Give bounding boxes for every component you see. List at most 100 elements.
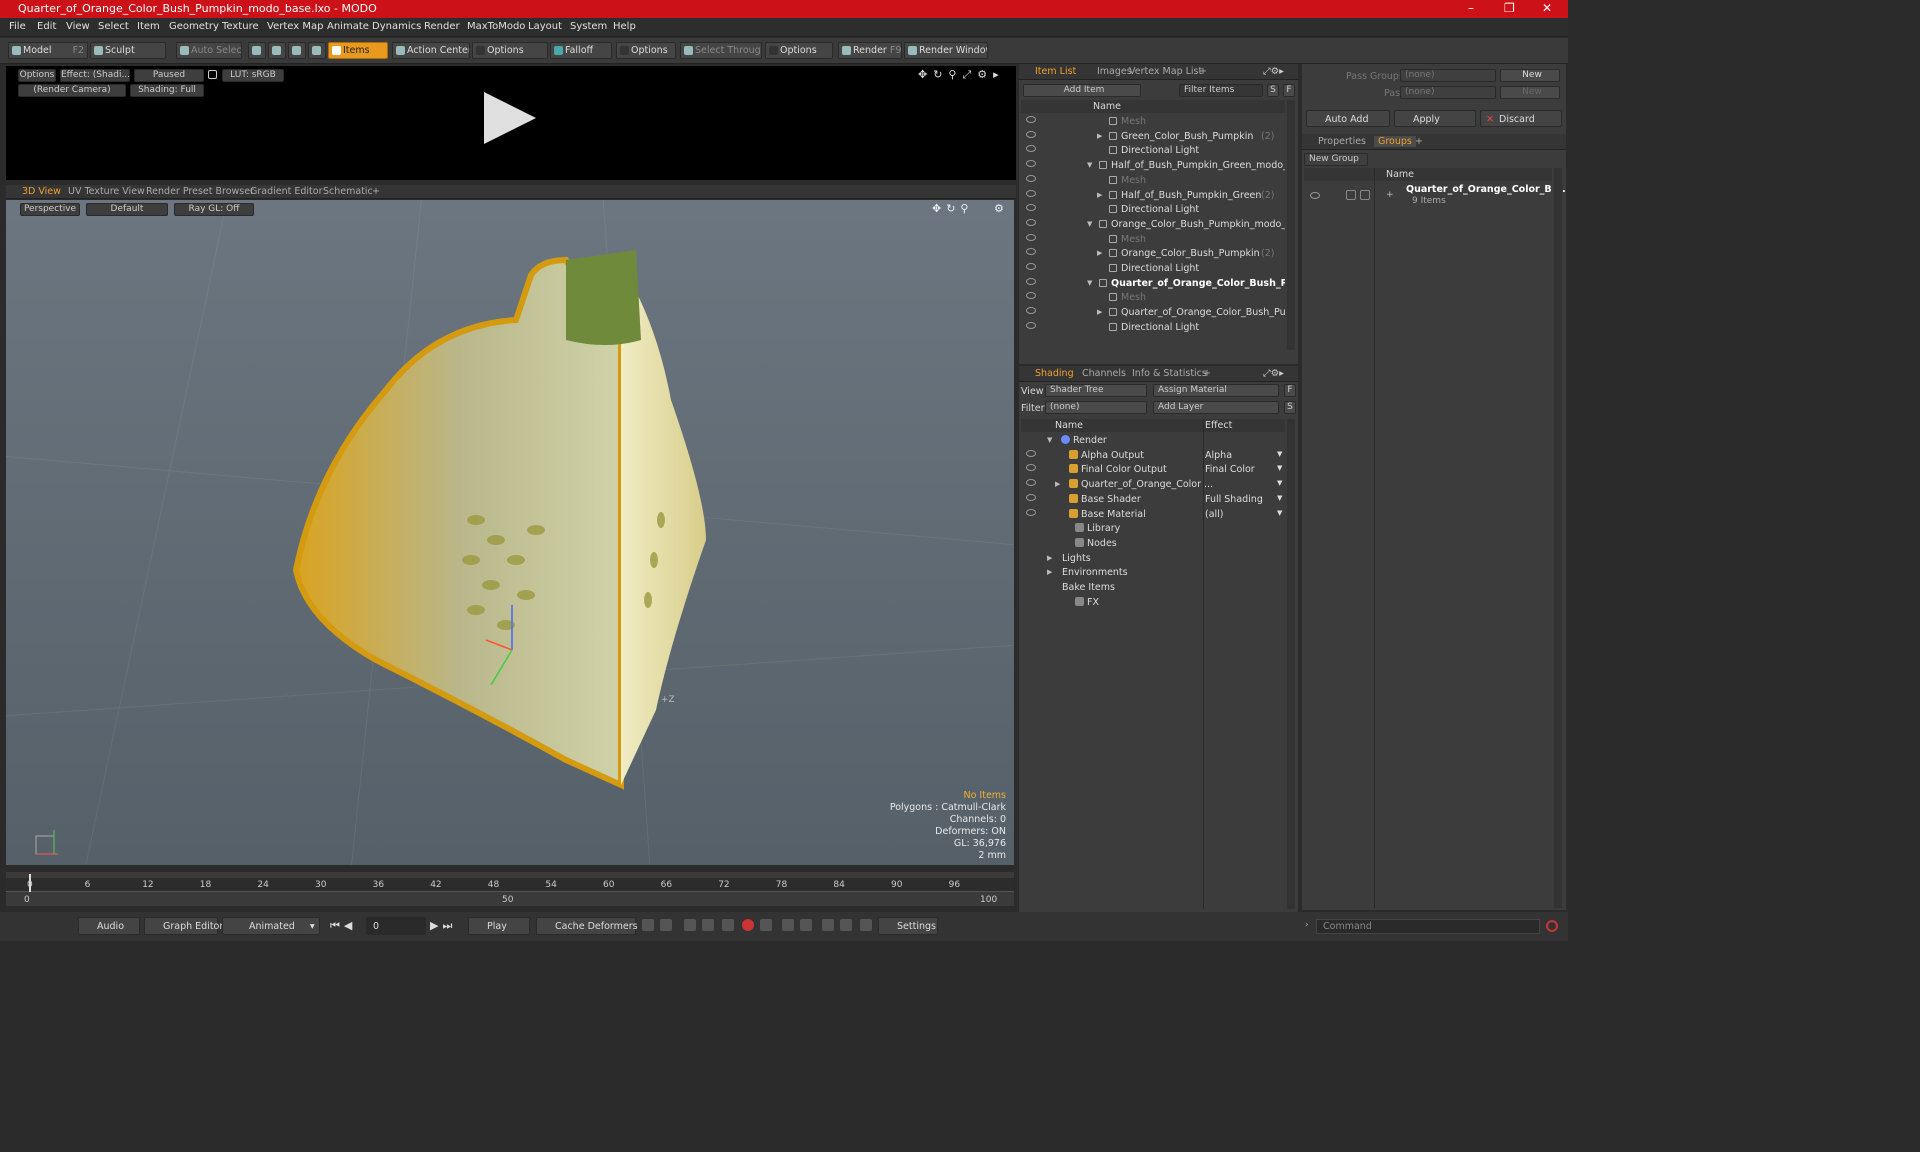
effect-dropdown-arrow-icon[interactable]: ▼ bbox=[1277, 479, 1282, 487]
menu-dynamics[interactable]: Dynamics bbox=[372, 21, 421, 32]
visibility-eye-icon[interactable] bbox=[1026, 130, 1036, 138]
filter-items-input[interactable]: Filter Items bbox=[1179, 84, 1263, 97]
tab-shading[interactable]: Shading bbox=[1035, 368, 1074, 379]
effect-dropdown-arrow-icon[interactable]: ▼ bbox=[1277, 494, 1282, 502]
select-options-button[interactable]: Options bbox=[765, 42, 833, 59]
item-row[interactable]: ▼ Quarter_of_Orange_Color_Bush_P... bbox=[1021, 276, 1285, 291]
effect-dropdown-arrow-icon[interactable]: ▼ bbox=[1277, 509, 1282, 517]
apply-button[interactable]: Apply bbox=[1394, 110, 1476, 127]
shader-row[interactable]: Base Material (all) ▼ bbox=[1021, 507, 1285, 522]
select-through-button[interactable]: Select Through bbox=[680, 42, 762, 59]
cache-deformers-button[interactable]: Cache Deformers bbox=[536, 917, 638, 935]
style-dropdown[interactable]: Default bbox=[86, 203, 168, 216]
tab-uv-texture-view[interactable]: UV Texture View bbox=[68, 186, 145, 197]
group-visibility-icon[interactable] bbox=[1310, 192, 1320, 199]
polygons-mode-button[interactable] bbox=[288, 42, 306, 59]
shader-row[interactable]: Bake Items bbox=[1021, 580, 1285, 595]
shader-effect[interactable]: Final Color bbox=[1205, 464, 1255, 475]
play-button[interactable]: Play bbox=[468, 917, 530, 935]
shader-effect[interactable]: (all) bbox=[1205, 509, 1224, 520]
shader-row[interactable]: ▶ Quarter_of_Orange_Color ... ▼ bbox=[1021, 477, 1285, 492]
item-row[interactable]: ▶ Half_of_Bush_Pumpkin_Green (2) bbox=[1021, 188, 1285, 203]
menu-texture[interactable]: Texture bbox=[222, 21, 259, 32]
expand-icon[interactable]: ▶ bbox=[1097, 308, 1102, 316]
visibility-eye-icon[interactable] bbox=[1026, 449, 1036, 457]
shader-row[interactable]: Alpha Output Alpha ▼ bbox=[1021, 448, 1285, 463]
tab-schematic[interactable]: Schematic bbox=[323, 186, 373, 197]
visibility-eye-icon[interactable] bbox=[1026, 145, 1036, 153]
timeline-range[interactable]: 0 50 100 bbox=[6, 894, 1014, 906]
add-tab-button[interactable]: + bbox=[1203, 368, 1211, 379]
menu-render[interactable]: Render bbox=[424, 21, 460, 32]
collapse-icon[interactable]: ▼ bbox=[1087, 220, 1092, 228]
next-frame-icon[interactable] bbox=[800, 919, 812, 931]
shader-row[interactable]: Nodes bbox=[1021, 536, 1285, 551]
item-row[interactable]: Directional Light bbox=[1021, 261, 1285, 276]
edges-mode-button[interactable] bbox=[268, 42, 286, 59]
frame-field[interactable]: 0 bbox=[366, 917, 426, 935]
new-pass-button[interactable]: New bbox=[1500, 86, 1560, 99]
menu-maxtomodo[interactable]: MaxToModo bbox=[467, 21, 525, 32]
visibility-eye-icon[interactable] bbox=[1026, 189, 1036, 197]
menu-item[interactable]: Item bbox=[137, 21, 160, 32]
transport-back-icon[interactable]: ⏮◀ bbox=[330, 919, 356, 933]
visibility-eye-icon[interactable] bbox=[1026, 321, 1036, 329]
visibility-eye-icon[interactable] bbox=[1026, 292, 1036, 300]
menu-geometry[interactable]: Geometry bbox=[169, 21, 219, 32]
effect-dropdown-arrow-icon[interactable]: ▼ bbox=[1277, 464, 1282, 472]
item-row[interactable]: Mesh bbox=[1021, 114, 1285, 129]
command-input[interactable]: Command bbox=[1316, 919, 1540, 934]
close-icon[interactable]: ✕ bbox=[1542, 1, 1552, 15]
assign-material-dropdown[interactable]: Assign Material bbox=[1153, 384, 1279, 397]
auto-add-button[interactable]: Auto Add bbox=[1306, 110, 1390, 127]
shading-dropdown[interactable]: Shading: Full bbox=[130, 84, 204, 97]
panel-expand-icon[interactable]: ⤢⚙▸ bbox=[1263, 368, 1284, 379]
filter-dropdown[interactable]: (none) bbox=[1045, 401, 1147, 414]
visibility-eye-icon[interactable] bbox=[1026, 263, 1036, 270]
visibility-eye-icon[interactable] bbox=[1026, 464, 1036, 472]
panel-expand-icon[interactable]: ⤢⚙▸ bbox=[1263, 66, 1284, 77]
menu-select[interactable]: Select bbox=[98, 21, 129, 32]
add-tab-button[interactable]: + bbox=[372, 186, 380, 197]
visibility-eye-icon[interactable] bbox=[1026, 218, 1036, 226]
group-expand-icon[interactable]: + bbox=[1386, 190, 1394, 200]
minimize-icon[interactable]: – bbox=[1468, 1, 1474, 15]
tab-images[interactable]: Images bbox=[1097, 66, 1132, 77]
tab-groups[interactable]: Groups bbox=[1374, 136, 1416, 147]
shader-row[interactable]: Final Color Output Final Color ▼ bbox=[1021, 462, 1285, 477]
shading-s-button[interactable]: S bbox=[1284, 401, 1296, 414]
visibility-eye-icon[interactable] bbox=[1026, 160, 1036, 168]
view-dropdown[interactable]: Shader Tree bbox=[1045, 384, 1147, 397]
raygl-dropdown[interactable]: Ray GL: Off bbox=[174, 203, 254, 216]
shader-row[interactable]: ▼ Render bbox=[1021, 433, 1285, 448]
shader-row[interactable]: Library bbox=[1021, 521, 1285, 536]
camera-dropdown[interactable]: (Render Camera) bbox=[18, 84, 126, 97]
filter-s-button[interactable]: S bbox=[1267, 84, 1279, 97]
timeline[interactable]: 0 50 100 0 6 12 18 24 30 36 42 48 54 60 66 72 78 84 90 9… bbox=[6, 872, 1014, 906]
visibility-eye-icon[interactable] bbox=[1026, 307, 1036, 315]
add-tab-button[interactable]: + bbox=[1415, 136, 1423, 147]
groups-scrollbar[interactable] bbox=[1554, 168, 1562, 908]
tab-item-list[interactable]: Item List bbox=[1035, 66, 1076, 77]
play-icon[interactable] bbox=[482, 92, 538, 148]
filter-f-button[interactable]: F bbox=[1283, 84, 1295, 97]
group-select-checkbox[interactable] bbox=[1360, 190, 1370, 200]
animated-dropdown[interactable]: Animated ▾ bbox=[222, 917, 320, 935]
new-pass-group-button[interactable]: New bbox=[1500, 69, 1560, 82]
gizmo-icon[interactable] bbox=[476, 600, 566, 700]
preview-options-button[interactable]: Options bbox=[18, 69, 56, 82]
vertices-mode-button[interactable] bbox=[248, 42, 266, 59]
command-history-icon[interactable] bbox=[1546, 920, 1558, 932]
item-row[interactable]: Mesh bbox=[1021, 173, 1285, 188]
expand-icon[interactable]: ▶ bbox=[1097, 249, 1102, 257]
tab-channels[interactable]: Channels bbox=[1082, 368, 1126, 379]
item-row[interactable]: Directional Light bbox=[1021, 202, 1285, 217]
item-row[interactable]: Mesh bbox=[1021, 290, 1285, 305]
effect-dropdown-arrow-icon[interactable]: ▼ bbox=[1277, 450, 1282, 458]
tab-gradient-editor[interactable]: Gradient Editor bbox=[250, 186, 322, 197]
item-row[interactable]: ▼ Orange_Color_Bush_Pumpkin_modo_ba ... bbox=[1021, 217, 1285, 232]
visibility-eye-icon[interactable] bbox=[1026, 174, 1036, 182]
visibility-eye-icon[interactable] bbox=[1026, 508, 1036, 516]
falloff-options-button[interactable]: Options bbox=[616, 42, 676, 59]
prev-frame-icon[interactable] bbox=[702, 919, 714, 931]
